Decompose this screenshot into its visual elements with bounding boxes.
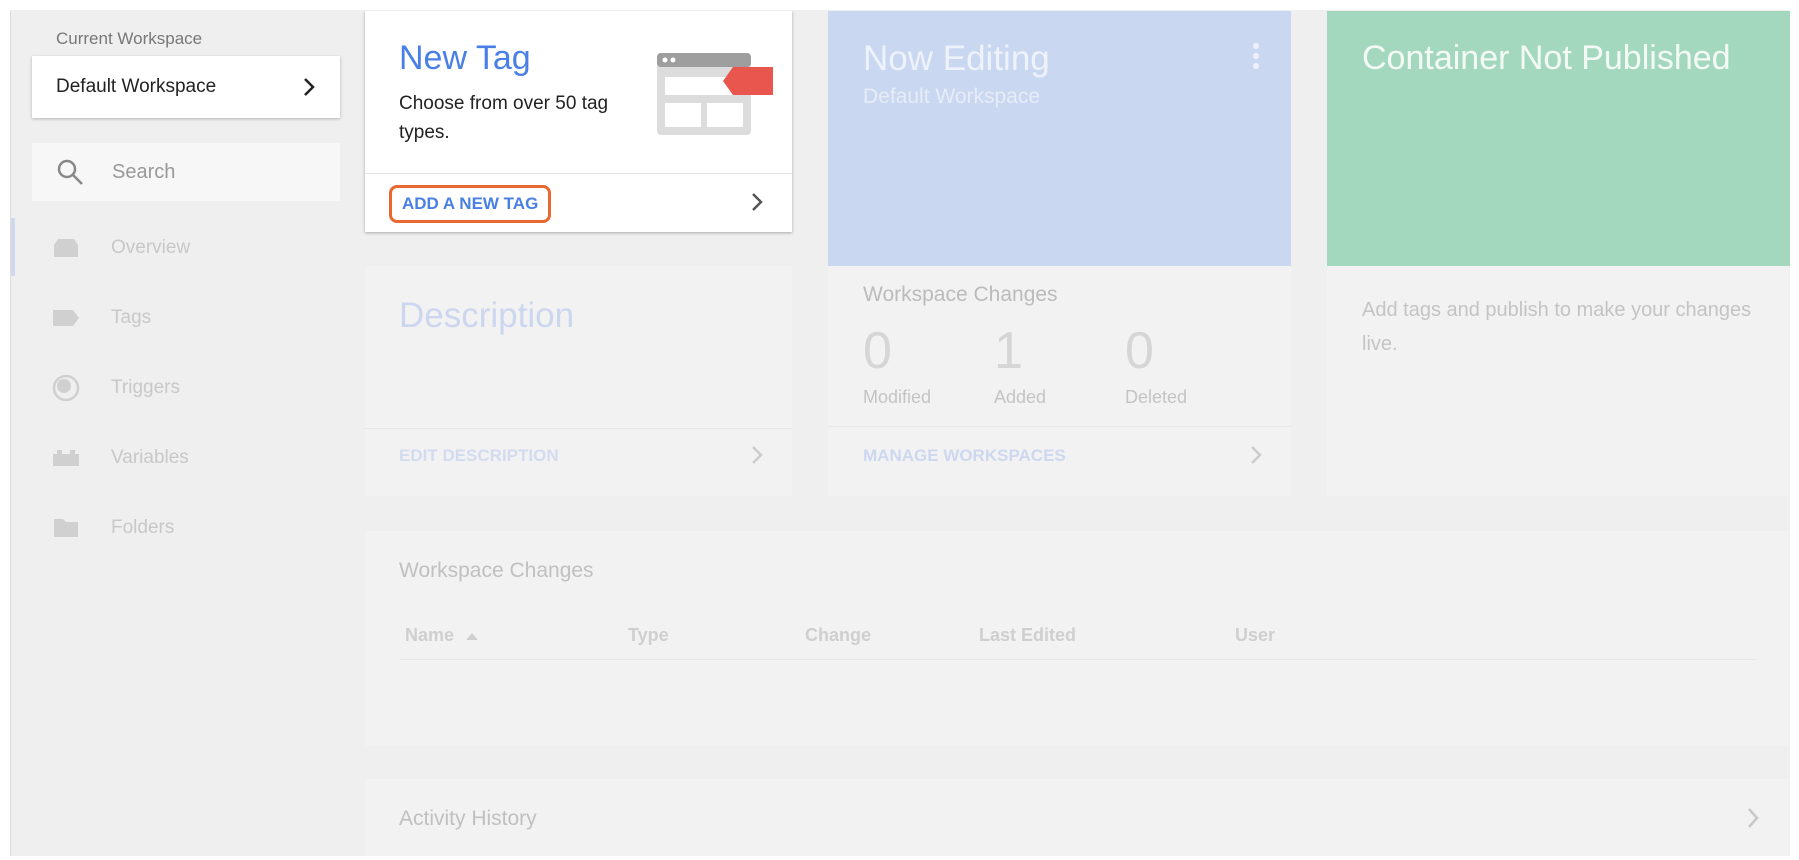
column-label: Name: [405, 625, 455, 645]
sidebar-item-label: Overview: [111, 237, 191, 258]
folder-icon: [51, 516, 81, 540]
stat-modified: 0 Modified: [863, 323, 931, 408]
overview-icon: [51, 236, 81, 260]
table-header-divider: [399, 659, 1756, 660]
column-header-change[interactable]: Change: [805, 625, 871, 646]
workspace-changes-card: Workspace Changes Name Type Change Last …: [365, 531, 1790, 746]
workspace-name: Default Workspace: [56, 76, 217, 97]
stat-label: Modified: [863, 387, 932, 407]
column-header-last-edited[interactable]: Last Edited: [979, 625, 1076, 646]
sidebar-item-overview[interactable]: Overview: [51, 233, 190, 263]
edit-description-link[interactable]: EDIT DESCRIPTION: [399, 446, 559, 466]
chevron-right-icon[interactable]: [1746, 805, 1760, 836]
sidebar-item-label: Folders: [111, 517, 175, 538]
tag-illustration-icon: [657, 53, 773, 135]
workspace-changes-title: Workspace Changes: [399, 559, 594, 582]
sidebar-item-label: Tags: [111, 307, 152, 328]
sidebar-item-label: Variables: [111, 447, 189, 468]
chevron-right-icon[interactable]: [750, 191, 764, 219]
publish-status-title: Container Not Published: [1362, 39, 1731, 77]
search-input[interactable]: Search: [112, 161, 175, 184]
stat-value: 0: [863, 322, 892, 380]
app-frame: Current Workspace Default Workspace Sear…: [10, 10, 1790, 856]
stat-label: Added: [994, 387, 1047, 407]
add-new-tag-button[interactable]: ADD A NEW TAG: [389, 185, 552, 223]
chevron-right-icon: [304, 78, 315, 96]
chevron-right-icon[interactable]: [750, 444, 764, 472]
activity-history-card[interactable]: Activity History: [365, 779, 1790, 856]
column-header-type[interactable]: Type: [628, 625, 669, 646]
column-header-name[interactable]: Name: [405, 625, 479, 646]
search-box[interactable]: Search: [32, 143, 340, 201]
now-editing-title: Now Editing: [863, 39, 1050, 78]
now-editing-workspace: Default Workspace: [863, 85, 1041, 108]
workspace-changes-label: Workspace Changes: [863, 283, 1058, 306]
tag-icon: [51, 306, 81, 330]
stat-label: Deleted: [1125, 387, 1188, 407]
stat-value: 1: [994, 322, 1023, 380]
search-icon: [57, 159, 83, 185]
description-card: Description EDIT DESCRIPTION: [365, 266, 792, 496]
manage-workspaces-link[interactable]: MANAGE WORKSPACES: [863, 446, 1066, 466]
description-title: Description: [399, 296, 575, 335]
new-tag-card: New Tag Choose from over 50 tag types. A…: [365, 11, 792, 232]
chevron-right-icon[interactable]: [1249, 444, 1263, 472]
publish-status-card: Container Not Published Add tags and pub…: [1327, 11, 1790, 496]
stat-value: 0: [1125, 322, 1154, 380]
workspace-label: Current Workspace: [56, 29, 203, 48]
card-divider: [365, 173, 792, 174]
activity-history-title: Activity History: [399, 807, 537, 830]
stat-deleted: 0 Deleted: [1125, 323, 1187, 408]
sort-ascending-icon: [466, 633, 479, 640]
new-tag-description: Choose from over 50 tag types.: [399, 93, 609, 143]
trigger-icon: [51, 374, 81, 402]
sidebar-item-folders[interactable]: Folders: [51, 513, 174, 543]
now-editing-card: Now Editing Default Workspace Workspace …: [828, 11, 1291, 496]
sidebar-item-tags[interactable]: Tags: [51, 303, 151, 333]
variables-icon: [51, 446, 81, 470]
nav-active-indicator: [11, 218, 15, 276]
workspace-selector[interactable]: Default Workspace: [32, 56, 340, 118]
sidebar-item-triggers[interactable]: Triggers: [51, 373, 180, 403]
stat-added: 1 Added: [994, 323, 1046, 408]
card-divider: [365, 428, 792, 429]
more-options-icon[interactable]: [1253, 43, 1259, 73]
card-divider: [828, 426, 1291, 427]
column-header-user[interactable]: User: [1235, 625, 1275, 646]
new-tag-title: New Tag: [399, 39, 531, 77]
sidebar-item-label: Triggers: [111, 377, 180, 398]
sidebar-item-variables[interactable]: Variables: [51, 443, 189, 473]
publish-status-message: Add tags and publish to make your change…: [1362, 299, 1752, 355]
